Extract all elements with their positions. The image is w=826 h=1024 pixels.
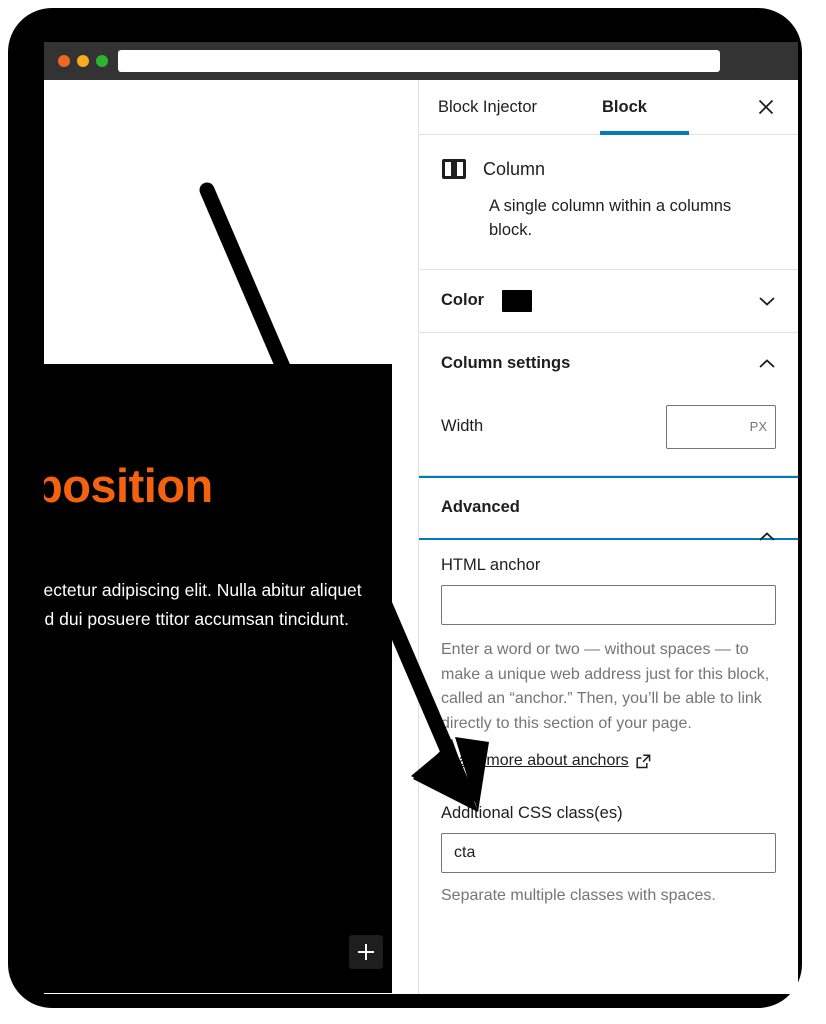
device-frame: roposition t, consectetur adipiscing eli… (8, 8, 802, 1008)
chevron-down-icon (759, 297, 775, 306)
advanced-panel-title: Advanced (441, 498, 520, 517)
color-panel-title: Color (441, 291, 485, 310)
close-sidebar-button[interactable] (752, 94, 780, 122)
cta-paragraph[interactable]: t, consectetur adipiscing elit. Nulla ab… (44, 576, 392, 663)
color-swatch[interactable] (502, 289, 533, 312)
column-settings-body: Width PX (419, 395, 798, 476)
window-close-icon[interactable] (58, 55, 70, 67)
tab-block-injector[interactable]: Block Injector (438, 80, 537, 134)
css-class-input[interactable] (441, 833, 776, 874)
css-class-help-text: Separate multiple classes with spaces. (441, 887, 716, 905)
advanced-panel-header[interactable]: Advanced (419, 478, 798, 541)
html-anchor-help-text: Enter a word or two — without spaces — t… (441, 640, 770, 733)
editor-canvas[interactable]: roposition t, consectetur adipiscing eli… (44, 80, 418, 994)
external-link-icon (636, 753, 651, 768)
chevron-up-icon (759, 359, 775, 368)
css-class-label: Additional CSS class(es) (441, 804, 623, 823)
column-settings-panel-header[interactable]: Column settings (419, 333, 798, 395)
width-label: Width (441, 417, 484, 436)
tab-block[interactable]: Block (602, 80, 647, 134)
color-panel-header[interactable]: Color (419, 270, 798, 332)
cta-heading[interactable]: roposition (44, 460, 408, 512)
width-input[interactable] (666, 404, 776, 449)
content-area: roposition t, consectetur adipiscing eli… (44, 80, 798, 994)
column-icon (442, 159, 466, 179)
block-card-title: Column (483, 158, 546, 179)
chevron-up-icon (759, 532, 775, 541)
color-panel: Color (419, 269, 798, 333)
browser-titlebar (44, 42, 798, 80)
cta-column-block[interactable]: roposition t, consectetur adipiscing eli… (44, 364, 392, 993)
selected-block-card: Column A single column within a columns … (419, 135, 798, 270)
css-class-field-group: Additional CSS class(es) Separate multip… (441, 804, 776, 909)
width-field-wrapper: PX (666, 404, 776, 449)
html-anchor-input[interactable] (441, 584, 776, 625)
browser-window: roposition t, consectetur adipiscing eli… (44, 42, 798, 994)
html-anchor-label: HTML anchor (441, 555, 541, 574)
column-settings-panel-header-row: Column settings (419, 332, 798, 395)
block-card-description: A single column within a columns block. (489, 197, 732, 239)
window-minimize-icon[interactable] (77, 55, 89, 67)
advanced-panel-header-row: Advanced (419, 475, 798, 541)
sidebar-tabbar: Block Injector Block (419, 80, 798, 135)
anchors-link-label: Learn more about anchors (441, 752, 629, 770)
advanced-panel-body: HTML anchor Enter a word or two — withou… (419, 540, 798, 909)
plus-icon (358, 944, 374, 960)
learn-more-about-anchors-link[interactable]: Learn more about anchors (441, 752, 651, 770)
window-maximize-icon[interactable] (96, 55, 108, 67)
add-block-button[interactable] (349, 935, 383, 969)
active-tab-underline (600, 131, 689, 135)
url-input[interactable] (118, 50, 720, 72)
close-icon (758, 99, 774, 114)
block-card-header: Column (441, 157, 776, 181)
column-settings-panel-title: Column settings (441, 354, 571, 373)
block-settings-sidebar: Block Injector Block Column A single col… (418, 80, 798, 994)
